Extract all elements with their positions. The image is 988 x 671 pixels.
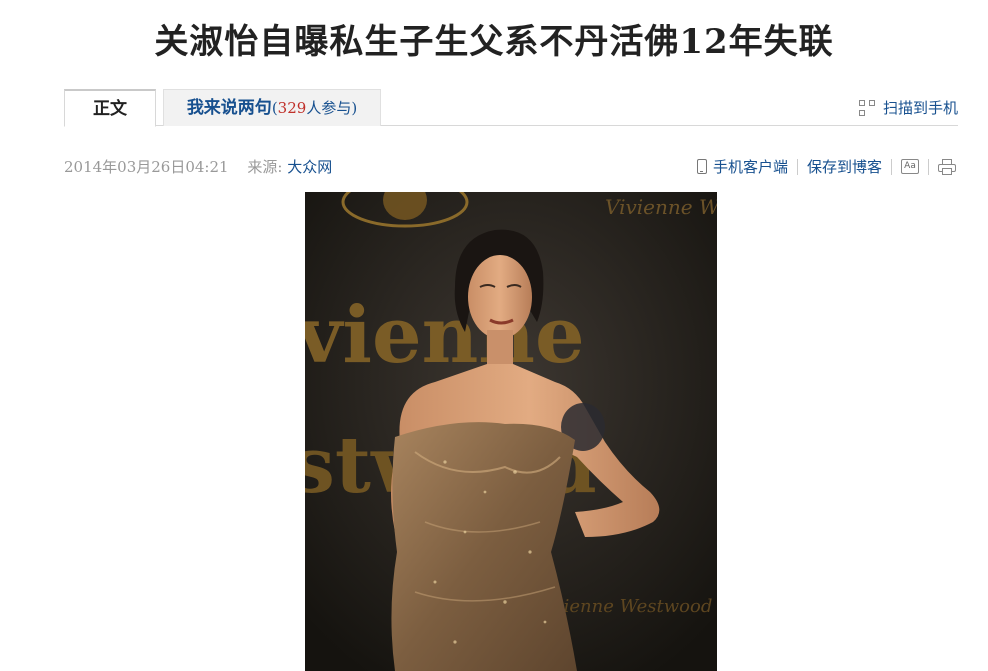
print-icon[interactable]: [938, 158, 956, 175]
tab-article-body[interactable]: 正文: [64, 89, 156, 127]
source-label: 来源:: [247, 158, 283, 176]
comment-count-suffix: 人参与): [306, 99, 358, 117]
backdrop-text-big-1: vienne: [305, 290, 585, 381]
article-tools: 手机客户端 保存到博客 Aa: [696, 156, 956, 177]
photo-illustration: Vivienne Westwood vienne stwood Vivienne…: [305, 192, 717, 671]
article-photo: Vivienne Westwood vienne stwood Vivienne…: [305, 192, 717, 671]
backdrop-text-top: Vivienne Westwood: [605, 195, 717, 219]
divider: [928, 158, 929, 175]
phone-icon: [696, 159, 707, 174]
divider: [796, 158, 798, 175]
article-tab-bar: 正文 我来说两句(329人参与) 扫描到手机: [64, 89, 958, 127]
scan-to-phone-label: 扫描到手机: [882, 99, 958, 117]
comment-tab-label: 我来说两句: [186, 98, 272, 118]
font-size-icon[interactable]: Aa: [901, 159, 919, 174]
article-meta: 2014年03月26日04:21 来源: 大众网: [64, 156, 332, 177]
comment-count: 329: [277, 99, 307, 117]
scan-to-phone-link[interactable]: 扫描到手机: [858, 97, 958, 118]
qr-code-icon: [858, 99, 875, 116]
divider: [891, 158, 892, 175]
publish-datetime: 2014年03月26日04:21: [64, 158, 229, 176]
dress: [391, 422, 577, 671]
source-link[interactable]: 大众网: [287, 158, 332, 176]
tab-comments[interactable]: 我来说两句(329人参与): [163, 89, 381, 126]
article-title: 关淑怡自曝私生子生父系不丹活佛12年失联: [154, 22, 834, 62]
save-to-blog-link[interactable]: 保存到博客: [807, 156, 882, 177]
mobile-client-link[interactable]: 手机客户端: [713, 156, 788, 177]
